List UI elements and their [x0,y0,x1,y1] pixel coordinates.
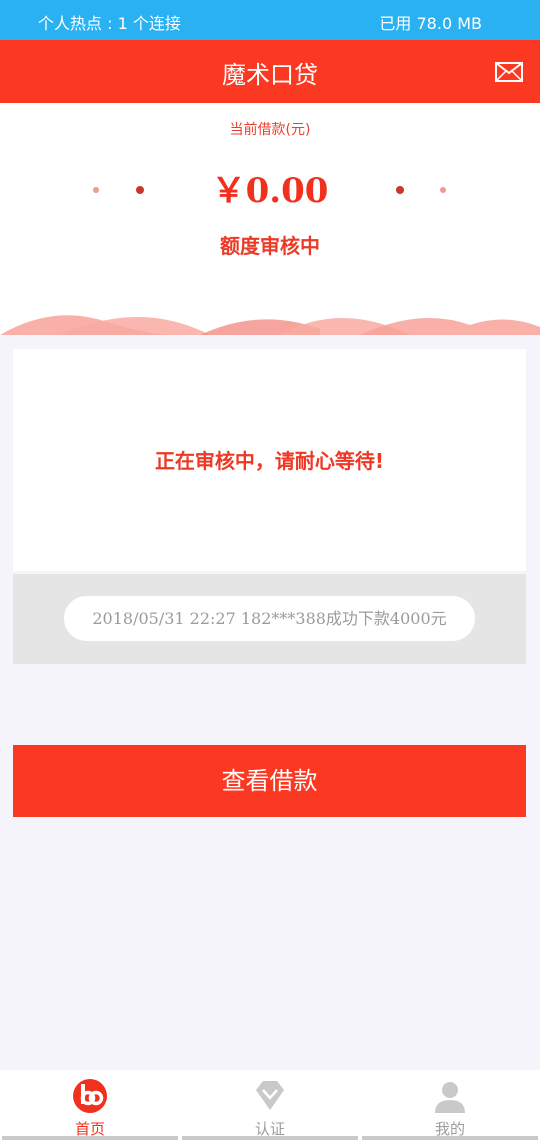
home-logo-icon [73,1079,107,1113]
data-usage: 已用 78.0 MB [379,14,482,33]
review-card: 正在审核中，请耐心等待! [13,349,526,571]
loan-caption: 当前借款(元) [229,122,311,138]
wave-decoration [0,315,540,335]
hotspot-status: 个人热点 : 1 个连接 [38,14,181,33]
loan-summary: 当前借款(元) ￥0.00 额度审核中 [0,103,540,335]
user-icon [435,1082,465,1113]
view-loan-button[interactable]: 查看借款 [13,745,526,817]
tab-home[interactable]: 首页 [0,1070,180,1140]
decor-dot [440,187,446,193]
tab-indicator [2,1136,178,1140]
diamond-icon [256,1081,284,1110]
status-bar: 个人热点 : 1 个连接 已用 78.0 MB [0,0,540,40]
app-header: 魔术口贷 [0,40,540,103]
mail-icon[interactable] [495,62,523,82]
page-title: 魔术口贷 [222,61,318,89]
ticker-text: 2018/05/31 22:27 182***388成功下款4000元 [64,596,475,641]
loan-ticker: 2018/05/31 22:27 182***388成功下款4000元 [13,574,526,664]
tab-mine[interactable]: 我的 [360,1070,540,1140]
tab-indicator [182,1136,358,1140]
tab-certification[interactable]: 认证 [180,1070,360,1140]
decor-dot [396,186,404,194]
loan-amount: ￥0.00 [211,171,329,211]
quota-status: 额度审核中 [220,234,320,258]
review-message: 正在审核中，请耐心等待! [154,449,385,473]
bottom-tab-bar: 首页 认证 我的 [0,1070,540,1140]
tab-indicator [362,1136,538,1140]
